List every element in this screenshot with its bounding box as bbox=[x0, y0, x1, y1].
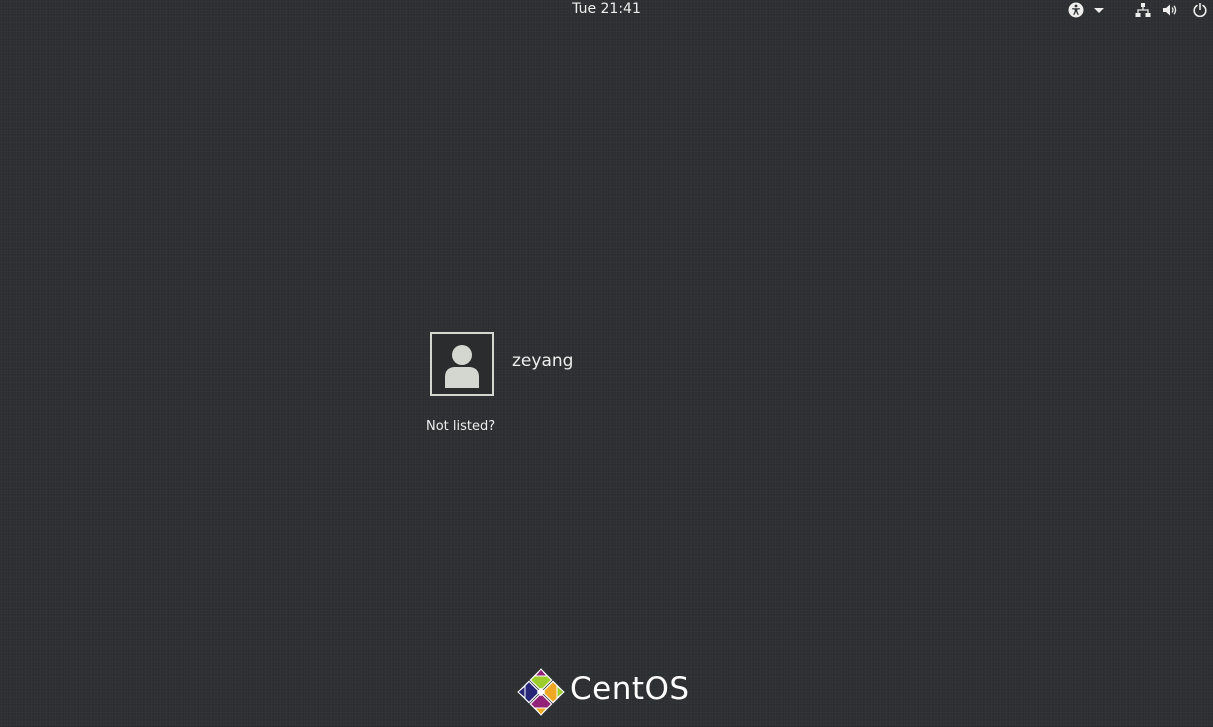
centos-logo-icon bbox=[517, 668, 565, 716]
chevron-down-icon[interactable] bbox=[1091, 2, 1107, 18]
user-silhouette-icon bbox=[445, 345, 479, 388]
top-bar: Tue 21:41 bbox=[0, 0, 1213, 20]
user-list: zeyang Not listed? bbox=[426, 332, 726, 442]
logo-text: CentOS bbox=[570, 671, 690, 707]
clock[interactable]: Tue 21:41 bbox=[0, 1, 1213, 17]
power-icon[interactable] bbox=[1192, 2, 1208, 18]
branding-logo: CentOS bbox=[517, 668, 697, 718]
accessibility-icon[interactable] bbox=[1068, 2, 1084, 18]
not-listed-button[interactable]: Not listed? bbox=[426, 419, 495, 434]
avatar[interactable] bbox=[430, 332, 494, 396]
network-wired-icon[interactable] bbox=[1135, 2, 1151, 18]
user-item-zeyang[interactable]: zeyang bbox=[430, 332, 680, 396]
user-name: zeyang bbox=[512, 351, 574, 371]
clock-label: Tue 21:41 bbox=[572, 1, 641, 17]
volume-icon[interactable] bbox=[1162, 2, 1178, 18]
